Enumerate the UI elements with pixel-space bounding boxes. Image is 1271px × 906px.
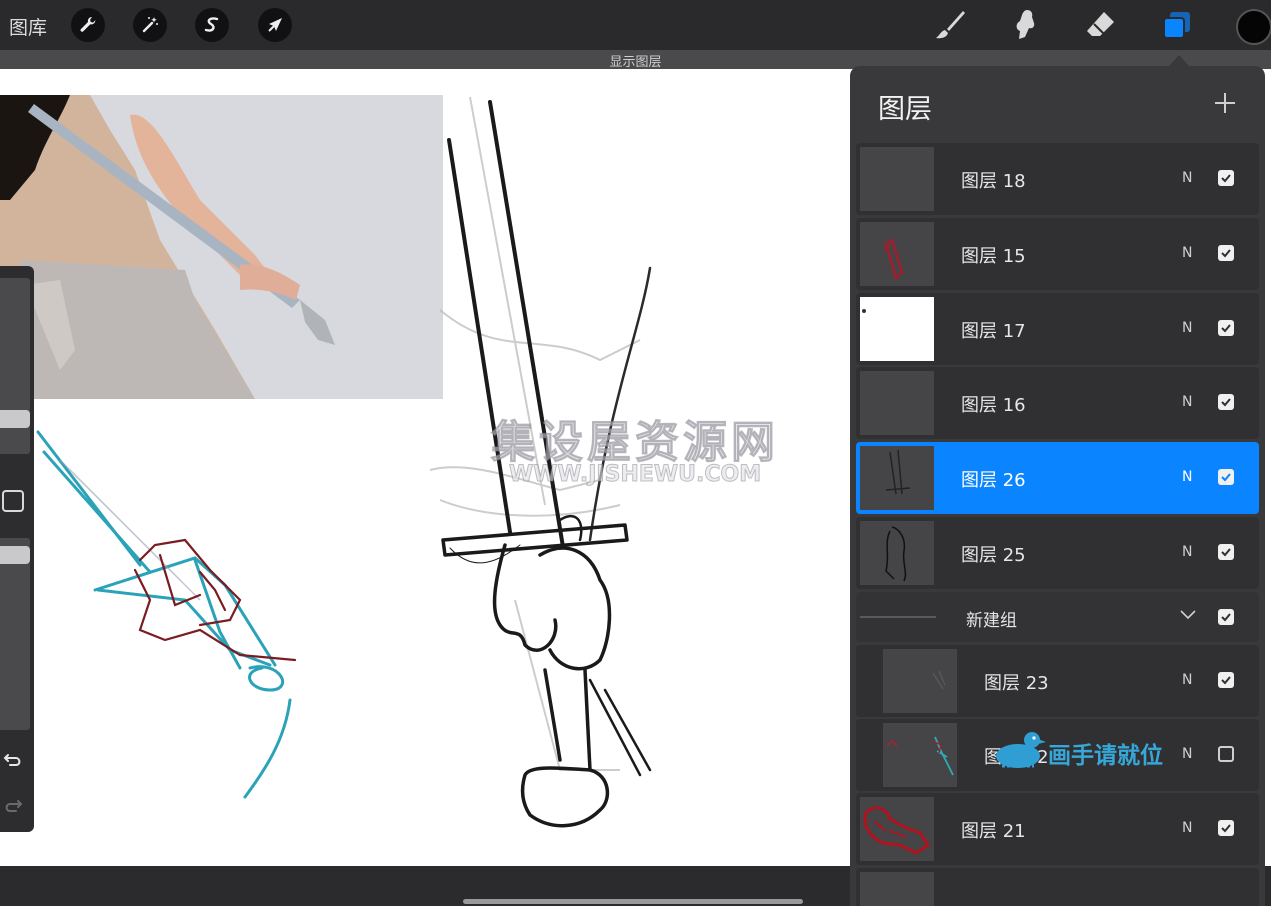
- group-name: 新建组: [966, 611, 1017, 631]
- selection-s-icon: [204, 17, 219, 32]
- brush-icon[interactable]: [932, 7, 968, 43]
- layer-name: 图层 17: [961, 321, 1026, 342]
- opacity-slider[interactable]: [0, 538, 30, 730]
- watermark-url: WWW.JISHEWU.COM: [508, 462, 762, 488]
- selection-button[interactable]: [195, 8, 229, 42]
- color-picker-button[interactable]: [1236, 9, 1271, 45]
- arrow-cursor-icon: [268, 18, 282, 32]
- blend-mode-button[interactable]: N: [1182, 245, 1192, 261]
- checkmark-icon: [1221, 398, 1231, 407]
- checkmark-icon: [1221, 824, 1231, 833]
- chevron-down-icon[interactable]: [1178, 607, 1198, 623]
- adjustments-button[interactable]: [133, 8, 167, 42]
- top-toolbar: 图库: [0, 0, 1271, 50]
- blend-mode-button[interactable]: N: [1182, 170, 1192, 186]
- group-divider: [860, 616, 936, 618]
- transform-button[interactable]: [258, 8, 292, 42]
- layer-name: 图层 25: [961, 545, 1026, 566]
- layer-row-selected[interactable]: 图层 26 N: [856, 442, 1259, 514]
- layer-thumbnail: [883, 649, 957, 713]
- blend-mode-button[interactable]: N: [1182, 394, 1192, 410]
- layer-thumbnail: [860, 222, 934, 286]
- blend-mode-button[interactable]: N: [1182, 544, 1192, 560]
- visibility-checkbox[interactable]: [1218, 672, 1234, 688]
- visibility-checkbox[interactable]: [1218, 544, 1234, 560]
- plus-icon[interactable]: [1212, 90, 1238, 116]
- blend-mode-button[interactable]: N: [1182, 672, 1192, 688]
- layer-name: 图层 15: [961, 246, 1026, 267]
- gallery-button[interactable]: 图库: [9, 13, 47, 40]
- smudge-icon[interactable]: [1007, 7, 1043, 43]
- eraser-icon[interactable]: [1082, 7, 1118, 43]
- visibility-checkbox[interactable]: [1218, 394, 1234, 410]
- layer-thumbnail: [860, 872, 934, 906]
- checkmark-icon: [1221, 174, 1231, 183]
- undo-icon[interactable]: [2, 748, 24, 770]
- brush-size-thumb[interactable]: [0, 410, 30, 428]
- checkmark-icon: [1221, 473, 1231, 482]
- layer-thumbnail: [883, 723, 957, 787]
- layer-row[interactable]: 图层 23 N: [856, 645, 1259, 717]
- layer-row[interactable]: [856, 868, 1259, 906]
- modify-button[interactable]: [2, 490, 24, 512]
- layer-thumbnail: [860, 297, 934, 361]
- layer-name: 图层 16: [961, 395, 1026, 416]
- visibility-checkbox[interactable]: [1218, 609, 1234, 625]
- magic-wand-icon: [142, 17, 158, 33]
- checkmark-icon: [1221, 613, 1231, 622]
- layer-name: 图层 21: [961, 821, 1026, 842]
- checkmark-icon: [1221, 548, 1231, 557]
- panel-title: 图层: [878, 94, 932, 125]
- brush-sliders: [0, 266, 34, 832]
- redo-icon[interactable]: [2, 794, 24, 816]
- watermark-channel: 画手请就位: [1048, 743, 1163, 769]
- visibility-checkbox[interactable]: [1218, 820, 1234, 836]
- layer-row[interactable]: 图层 17 N: [856, 293, 1259, 365]
- visibility-checkbox[interactable]: [1218, 245, 1234, 261]
- checkmark-icon: [1221, 324, 1231, 333]
- actions-button[interactable]: [71, 8, 105, 42]
- layer-row[interactable]: 图层 18 N: [856, 143, 1259, 215]
- home-indicator[interactable]: [463, 899, 803, 904]
- visibility-checkbox[interactable]: [1218, 469, 1234, 485]
- layer-name: 图层 26: [961, 470, 1026, 491]
- layer-thumbnail: [860, 797, 934, 861]
- blend-mode-button[interactable]: N: [1182, 320, 1192, 336]
- layer-name: 图层 18: [961, 171, 1026, 192]
- blend-mode-button[interactable]: N: [1182, 469, 1192, 485]
- layer-thumbnail: [860, 521, 934, 585]
- checkmark-icon: [1221, 249, 1231, 258]
- layer-thumbnail: [860, 446, 934, 510]
- layers-icon[interactable]: [1159, 7, 1195, 43]
- visibility-checkbox[interactable]: [1218, 320, 1234, 336]
- layer-row[interactable]: 图层 15 N: [856, 218, 1259, 290]
- layer-row[interactable]: 图层 16 N: [856, 367, 1259, 439]
- checkmark-icon: [1221, 676, 1231, 685]
- visibility-checkbox[interactable]: [1218, 170, 1234, 186]
- layer-group-row[interactable]: 新建组: [856, 592, 1259, 642]
- layer-thumbnail: [860, 147, 934, 211]
- blend-mode-button[interactable]: N: [1182, 746, 1192, 762]
- layer-thumbnail: [860, 371, 934, 435]
- layer-row[interactable]: 图层 25 N: [856, 517, 1259, 589]
- duck-logo-icon: [996, 732, 1046, 768]
- blend-mode-button[interactable]: N: [1182, 820, 1192, 836]
- visibility-checkbox[interactable]: [1218, 746, 1234, 762]
- layer-name: 图层 23: [984, 673, 1049, 694]
- layers-panel: 图层 图层 18 N 图层 15 N 图层 17 N 图层 16 N 图层 26…: [850, 66, 1265, 906]
- watermark-main: 集设屋资源网: [491, 417, 779, 469]
- layer-row[interactable]: 图层 21 N: [856, 793, 1259, 865]
- wrench-icon: [80, 16, 96, 32]
- opacity-thumb[interactable]: [0, 546, 30, 564]
